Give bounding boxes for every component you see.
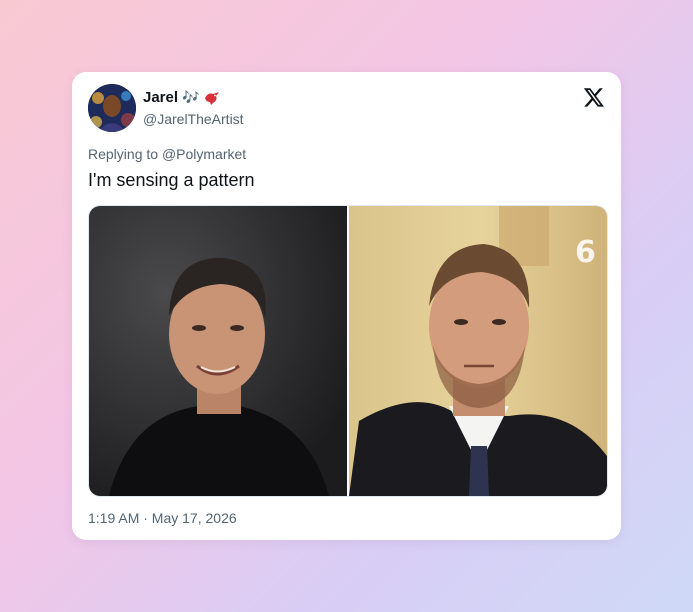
channel-watermark: 6 (575, 235, 596, 270)
replying-to-mention[interactable]: @Polymarket (162, 146, 246, 162)
tweet-media[interactable]: 6 (88, 205, 608, 497)
replying-to-line: Replying to @Polymarket (88, 146, 246, 162)
replying-to-prefix: Replying to (88, 146, 159, 162)
x-logo-icon[interactable] (583, 86, 605, 108)
media-photo-left[interactable] (89, 206, 347, 496)
author-name-text[interactable]: Jarel (143, 89, 178, 106)
tweet-text: I'm sensing a pattern (88, 170, 255, 190)
red-bird-icon (203, 90, 221, 106)
author-handle[interactable]: @JarelTheArtist (143, 111, 244, 127)
tweet-card: Jarel 🎶 @JarelTheArtist Replying to @Pol… (72, 72, 621, 540)
author-avatar[interactable] (88, 84, 136, 132)
media-photo-right[interactable]: 6 (349, 206, 607, 496)
author-display-name[interactable]: Jarel 🎶 (143, 89, 221, 106)
tweet-timestamp[interactable]: 1:19 AM · May 17, 2026 (88, 510, 237, 526)
music-notes-icon: 🎶 (182, 89, 200, 105)
